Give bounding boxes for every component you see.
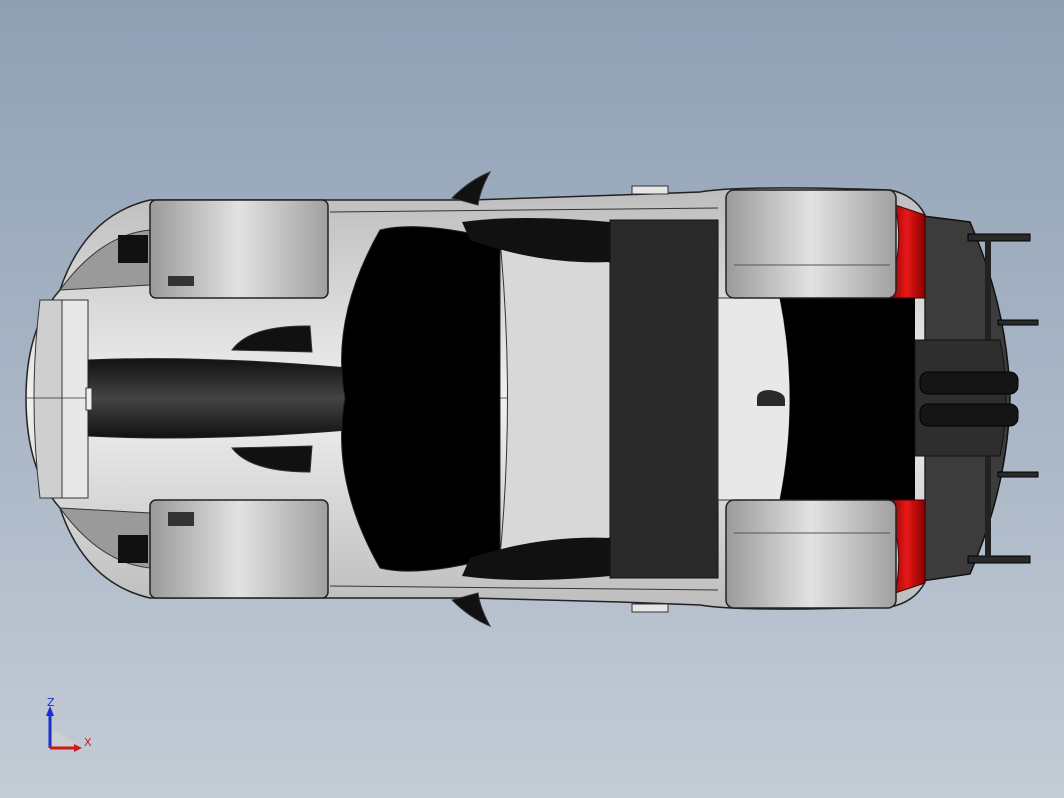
x-axis-label: X: [84, 736, 92, 749]
hood-stripe: [87, 358, 349, 439]
triad-plane: [52, 728, 82, 748]
wheel-front-left: [149, 199, 329, 299]
windshield: [341, 226, 501, 572]
wheel-rear-right: [725, 499, 897, 609]
wheel-rear-left: [725, 189, 897, 299]
roof-panel: [609, 219, 719, 579]
exhaust-lower: [919, 403, 1019, 427]
car-model[interactable]: [0, 0, 1064, 798]
cabin-roof: [499, 239, 611, 557]
door-handle-right: [631, 603, 669, 613]
coordinate-triad[interactable]: Z X: [36, 696, 96, 760]
z-axis-label: Z: [47, 696, 55, 709]
graphics-viewport[interactable]: Z X: [0, 0, 1064, 798]
exhaust-upper: [919, 371, 1019, 395]
x-axis-arrow: [74, 744, 82, 752]
nose-marker: [85, 387, 93, 411]
engine-cover: [780, 298, 915, 500]
rear-diffuser: [914, 339, 1007, 457]
wheel-front-right: [149, 499, 329, 599]
door-handle-left: [631, 185, 669, 195]
